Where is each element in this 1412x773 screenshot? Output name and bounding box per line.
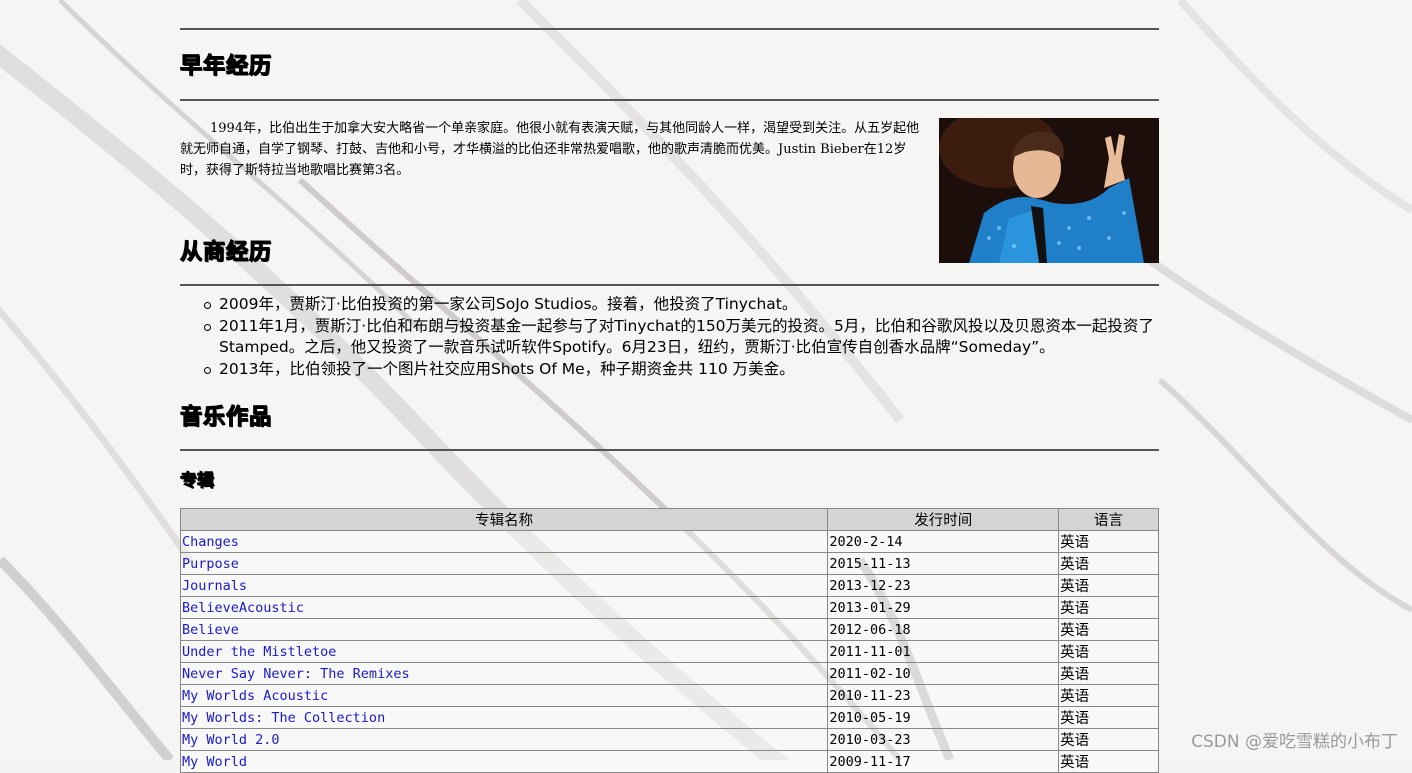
- table-row: My Worlds: The Collection 2010-05-19 英语: [179, 706, 1159, 729]
- release-date-cell: 2015-11-13: [827, 552, 1060, 575]
- album-link[interactable]: BelieveAcoustic: [182, 600, 304, 616]
- album-link[interactable]: My World 2.0: [182, 732, 280, 748]
- release-date-cell: 2013-12-23: [827, 574, 1060, 597]
- table-row: Purpose 2015-11-13 英语: [179, 552, 1159, 575]
- album-name-cell: Journals: [179, 574, 829, 597]
- album-name-cell: My World 2.0: [179, 728, 829, 751]
- section-heading-business: 从商经历: [179, 240, 273, 266]
- language-cell: 英语: [1058, 706, 1159, 729]
- list-item: 2011年1月，贾斯汀·比伯和布朗与投资基金一起参与了对Tinychat的150…: [204, 316, 1159, 359]
- table-row: Under the Mistletoe 2011-11-01 英语: [179, 640, 1159, 663]
- album-link[interactable]: My World: [182, 754, 247, 770]
- column-header-date: 发行时间: [827, 508, 1060, 531]
- language-cell: 英语: [1058, 750, 1159, 773]
- release-date-cell: 2011-02-10: [827, 662, 1060, 685]
- album-name-cell: My Worlds Acoustic: [179, 684, 829, 707]
- early-life-paragraph: 1994年，比伯出生于加拿大安大略省一个单亲家庭。他很小就有表演天赋，与其他同龄…: [180, 121, 920, 178]
- table-header-row: 专辑名称 发行时间 语言: [179, 508, 1159, 531]
- table-row: Changes 2020-2-14 英语: [179, 530, 1159, 553]
- language-cell: 英语: [1058, 618, 1159, 641]
- section-heading-early: 早年经历: [179, 54, 273, 80]
- list-item: 2013年，比伯领投了一个图片社交应用Shots Of Me，种子期资金共 11…: [204, 359, 1159, 381]
- album-link[interactable]: Under the Mistletoe: [182, 644, 336, 660]
- release-date-cell: 2009-11-17: [827, 750, 1060, 773]
- subheading-albums: 专辑: [180, 471, 215, 492]
- divider: [180, 284, 1159, 286]
- table-row: My World 2.0 2010-03-23 英语: [179, 728, 1159, 751]
- release-date-cell: 2010-11-23: [827, 684, 1060, 707]
- release-date-cell: 2011-11-01: [827, 640, 1060, 663]
- divider: [180, 28, 1159, 30]
- album-name-cell: My World: [179, 750, 829, 773]
- album-name-cell: Never Say Never: The Remixes: [179, 662, 829, 685]
- artist-photo: [939, 118, 1159, 263]
- language-cell: 英语: [1058, 552, 1159, 575]
- language-cell: 英语: [1058, 684, 1159, 707]
- release-date-cell: 2010-03-23: [827, 728, 1060, 751]
- list-item: 2009年，贾斯汀·比伯投资的第一家公司SoJo Studios。接着，他投资了…: [204, 294, 1159, 316]
- section-heading-music: 音乐作品: [179, 405, 273, 431]
- album-link[interactable]: Journals: [182, 578, 247, 594]
- table-row: BelieveAcoustic 2013-01-29 英语: [179, 596, 1159, 619]
- release-date-cell: 2013-01-29: [827, 596, 1060, 619]
- column-header-language: 语言: [1058, 508, 1159, 531]
- release-date-cell: 2012-06-18: [827, 618, 1060, 641]
- album-name-cell: My Worlds: The Collection: [179, 706, 829, 729]
- album-name-cell: Purpose: [179, 552, 829, 575]
- table-row: My Worlds Acoustic 2010-11-23 英语: [179, 684, 1159, 707]
- table-row: Journals 2013-12-23 英语: [179, 574, 1159, 597]
- album-name-cell: Under the Mistletoe: [179, 640, 829, 663]
- release-date-cell: 2020-2-14: [827, 530, 1060, 553]
- album-link[interactable]: My Worlds Acoustic: [182, 688, 328, 704]
- album-link[interactable]: Believe: [182, 622, 239, 638]
- albums-table: 专辑名称 发行时间 语言 Changes 2020-2-14 英语 Purpose 20…: [179, 508, 1159, 773]
- album-link[interactable]: Purpose: [182, 556, 239, 572]
- watermark: CSDN @爱吃雪糕的小布丁: [1191, 732, 1398, 752]
- divider: [180, 449, 1159, 451]
- table-row: Never Say Never: The Remixes 2011-02-10 英语: [179, 662, 1159, 685]
- album-link[interactable]: Never Say Never: The Remixes: [182, 666, 410, 682]
- language-cell: 英语: [1058, 662, 1159, 685]
- column-header-name: 专辑名称: [179, 508, 829, 531]
- language-cell: 英语: [1058, 596, 1159, 619]
- album-name-cell: BelieveAcoustic: [179, 596, 829, 619]
- divider: [180, 99, 1159, 101]
- album-name-cell: Changes: [179, 530, 829, 553]
- album-link[interactable]: Changes: [182, 534, 239, 550]
- language-cell: 英语: [1058, 640, 1159, 663]
- album-link[interactable]: My Worlds: The Collection: [182, 710, 385, 726]
- business-list: 2009年，贾斯汀·比伯投资的第一家公司SoJo Studios。接着，他投资了…: [204, 294, 1159, 380]
- table-row: My World 2009-11-17 英语: [179, 750, 1159, 773]
- table-row: Believe 2012-06-18 英语: [179, 618, 1159, 641]
- release-date-cell: 2010-05-19: [827, 706, 1060, 729]
- language-cell: 英语: [1058, 530, 1159, 553]
- language-cell: 英语: [1058, 728, 1159, 751]
- album-name-cell: Believe: [179, 618, 829, 641]
- language-cell: 英语: [1058, 574, 1159, 597]
